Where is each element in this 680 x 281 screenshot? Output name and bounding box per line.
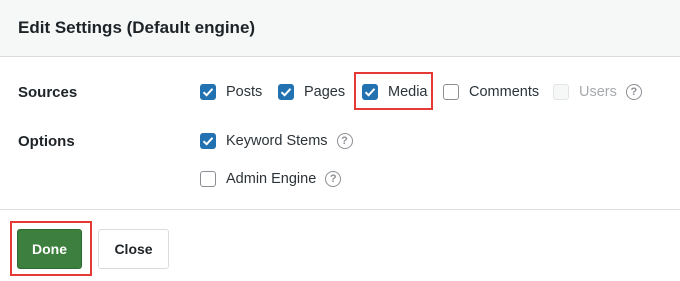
- close-button[interactable]: Close: [98, 229, 169, 269]
- checkbox-users: Users ?: [553, 84, 642, 100]
- checkbox-checked-icon[interactable]: [278, 84, 294, 100]
- checkbox-keyword-stems[interactable]: Keyword Stems ?: [200, 133, 353, 149]
- footer-divider: [0, 209, 680, 210]
- checkbox-comments[interactable]: Comments: [443, 84, 539, 100]
- dialog-header: Edit Settings (Default engine): [0, 0, 680, 57]
- edit-settings-dialog: Edit Settings (Default engine) Sources P…: [0, 0, 680, 281]
- checkbox-posts[interactable]: Posts: [200, 84, 262, 100]
- done-button[interactable]: Done: [17, 229, 82, 269]
- checkbox-checked-icon[interactable]: [200, 133, 216, 149]
- checkbox-checked-icon[interactable]: [362, 84, 378, 100]
- checkbox-label-pages: Pages: [304, 84, 346, 100]
- checkbox-unchecked-icon[interactable]: [200, 171, 216, 187]
- question-circle-icon[interactable]: ?: [625, 84, 642, 100]
- options-label: Options: [18, 133, 75, 150]
- checkbox-pages[interactable]: Pages: [278, 84, 345, 100]
- checkbox-media[interactable]: Media: [362, 84, 428, 100]
- checkbox-label-keyword-stems: Keyword Stems: [226, 133, 328, 149]
- checkbox-unchecked-icon[interactable]: [443, 84, 459, 100]
- checkbox-label-posts: Posts: [226, 84, 263, 100]
- checkbox-disabled-icon: [553, 84, 569, 100]
- question-circle-icon[interactable]: ?: [325, 171, 342, 187]
- checkbox-label-admin-engine: Admin Engine: [226, 171, 317, 187]
- checkbox-admin-engine[interactable]: Admin Engine ?: [200, 171, 342, 187]
- dialog-title: Edit Settings (Default engine): [18, 18, 256, 37]
- question-circle-icon[interactable]: ?: [336, 133, 353, 149]
- checkbox-checked-icon[interactable]: [200, 84, 216, 100]
- checkbox-label-users: Users: [579, 84, 617, 100]
- sources-label: Sources: [18, 84, 78, 101]
- checkbox-label-media: Media: [388, 84, 428, 100]
- checkbox-label-comments: Comments: [469, 84, 540, 100]
